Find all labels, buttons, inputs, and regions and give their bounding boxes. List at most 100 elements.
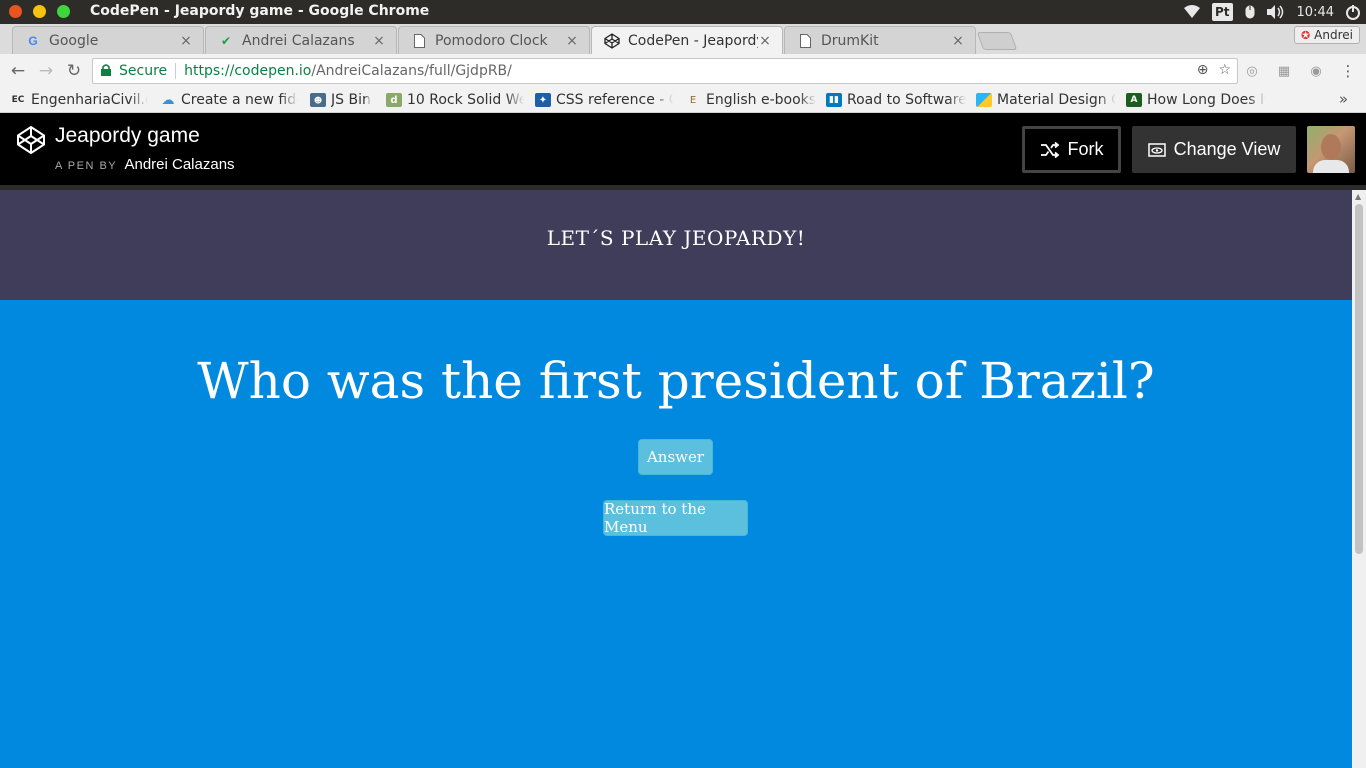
bookmarks-bar: EC EngenhariaCivil.c ☁ Create a new fidd… [0,87,1366,113]
scroll-up-icon[interactable]: ▲ [1355,192,1361,201]
page-icon [797,33,813,49]
byline-prefix: A PEN BY [55,160,118,172]
jsbin-icon: ☻ [310,93,326,107]
bookmark-label: 10 Rock Solid Web [407,92,524,108]
bookmark-label: How Long Does It [1147,92,1266,108]
extension-icon[interactable]: ◉ [1307,62,1325,80]
window-minimize-button[interactable] [33,5,46,18]
check-icon: ✔ [220,33,232,48]
change-view-button[interactable]: Change View [1132,126,1296,173]
bookmark-item[interactable]: d 10 Rock Solid Web [386,90,524,110]
bookmark-label: Road to Software [847,92,966,108]
profile-name: Andrei [1314,28,1353,42]
tab-label: DrumKit [821,32,879,49]
close-icon[interactable]: × [179,33,193,49]
question-panel: Who was the first president of Brazil? A… [0,300,1352,768]
security-label: Secure [119,63,168,79]
trello-icon: ▮▮ [826,93,842,107]
reload-icon[interactable]: ↻ [63,60,85,82]
bookmark-label: CSS reference - CS [556,92,673,108]
divider [175,63,177,79]
codepen-header: Jeapordy game A PEN BY Andrei Calazans F… [0,113,1366,185]
tab-andrei-calazans[interactable]: ✔ Andrei Calazans × [205,26,397,54]
change-view-label: Change View [1173,139,1281,159]
lock-icon [101,63,115,79]
scrollbar-thumb[interactable] [1355,204,1363,554]
bookmark-item[interactable]: A How Long Does It [1126,90,1266,110]
bookmark-label: JS Bin [331,92,371,108]
window-close-button[interactable] [9,5,22,18]
question-text: Who was the first president of Brazil? [197,352,1155,410]
mouse-icon[interactable] [1245,3,1255,21]
fork-button[interactable]: Fork [1022,126,1121,173]
material-icon [976,93,992,107]
forward-arrow-icon[interactable]: → [35,60,57,82]
tab-label: Google [49,32,99,49]
bookmark-item[interactable]: ☻ JS Bin [310,90,380,110]
tab-label: Andrei Calazans [242,32,355,49]
ec-icon: EC [11,95,25,105]
tab-pomodoro-clock[interactable]: Pomodoro Clock × [398,26,590,54]
window-maximize-button[interactable] [57,5,70,18]
book-icon: E [689,94,697,106]
bookmark-label: EngenhariaCivil.c [31,92,148,108]
menu-dots-icon[interactable]: ⋮ [1339,62,1357,80]
new-tab-button[interactable] [976,32,1018,50]
user-avatar[interactable] [1307,126,1355,173]
tab-strip: G Google × ✔ Andrei Calazans × Pomodoro … [0,24,1366,54]
more-bookmarks-icon[interactable]: » [1339,90,1348,108]
system-tray: Pt 10:44 [1184,0,1366,24]
page-scrollbar[interactable]: ▲ [1352,190,1366,768]
browser-toolbar: ← → ↻ Secure https://codepen.io/AndreiCa… [0,54,1366,87]
back-arrow-icon[interactable]: ← [7,60,29,82]
bookmark-item[interactable]: ✦ CSS reference - CS [535,90,673,110]
input-method-indicator[interactable]: Pt [1212,3,1233,21]
bookmark-label: Material Design C [997,92,1116,108]
volume-icon[interactable] [1266,3,1285,21]
pen-title: Jeapordy game [55,124,200,147]
d-icon: d [386,93,402,107]
bookmark-label: Create a new fiddle [181,92,298,108]
bookmark-star-icon[interactable]: ☆ [1218,62,1231,78]
answer-button[interactable]: Answer [638,439,713,475]
bookmark-item[interactable]: ☁ Create a new fiddle [160,90,299,110]
codepen-logo-icon[interactable] [16,125,46,155]
extension-icon[interactable]: ◎ [1243,62,1261,80]
author-link[interactable]: Andrei Calazans [124,156,234,173]
close-icon[interactable]: × [565,33,579,49]
tab-codepen-jeapordy[interactable]: CodePen - Jeapordy × [591,26,783,54]
url-host: https://codepen.io [184,63,312,79]
cloud-icon: ☁ [161,92,175,108]
fork-icon [1040,141,1059,158]
bookmark-item[interactable]: ▮▮ Road to Software [826,90,966,110]
profile-button[interactable]: ✪ Andrei [1293,26,1360,44]
mdn-icon: ✦ [535,93,551,107]
wifi-icon[interactable] [1184,3,1200,21]
tab-label: CodePen - Jeapordy [628,32,758,49]
profile-icon: ✪ [1300,28,1311,42]
address-bar[interactable]: Secure https://codepen.io/AndreiCalazans… [92,58,1238,84]
close-icon[interactable]: × [372,33,386,49]
tab-drumkit[interactable]: DrumKit × [784,26,976,54]
power-icon[interactable] [1346,3,1360,21]
google-icon: G [28,33,38,48]
extension-icon[interactable]: ▦ [1275,62,1293,80]
pen-byline: A PEN BY Andrei Calazans [55,156,235,173]
bookmark-item[interactable]: E English e-books [685,90,820,110]
bookmark-item[interactable]: Material Design C [976,90,1116,110]
fork-label: Fork [1067,139,1104,159]
a-icon: A [1126,93,1142,107]
zoom-icon[interactable]: ⊕ [1197,62,1209,78]
eye-icon [1147,142,1166,157]
clock[interactable]: 10:44 [1297,3,1334,21]
tab-label: Pomodoro Clock [435,32,548,49]
close-icon[interactable]: × [951,33,965,49]
codepen-icon [604,32,620,49]
os-title-bar: CodePen - Jeapordy game - Google Chrome … [0,0,1366,24]
window-title: CodePen - Jeapordy game - Google Chrome [90,3,430,19]
url-path: /AndreiCalazans/full/GjdpRB/ [311,63,512,79]
return-to-menu-button[interactable]: Return to the Menu [603,500,748,536]
tab-google[interactable]: G Google × [12,26,204,54]
bookmark-item[interactable]: EC EngenhariaCivil.c [10,90,148,110]
close-icon[interactable]: × [758,33,772,49]
